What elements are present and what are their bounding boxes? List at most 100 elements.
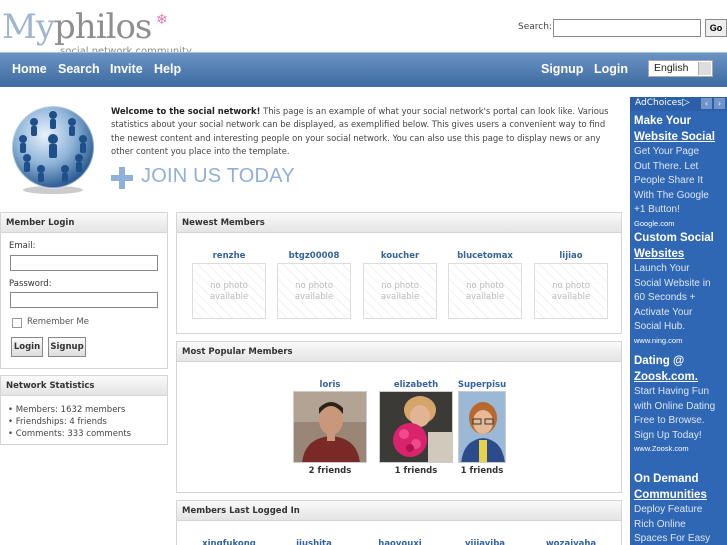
ad-desc-line: Spaces For Easy bbox=[634, 533, 711, 544]
member-name[interactable]: lijiao bbox=[536, 251, 606, 261]
email-label: Email: bbox=[9, 241, 36, 251]
member-name[interactable]: Superpisu bbox=[447, 380, 517, 390]
nav-login[interactable]: Login bbox=[594, 62, 628, 76]
community-globe-icon bbox=[11, 105, 95, 194]
ad-desc-line: Start Having Fun bbox=[634, 386, 710, 397]
ad-unit[interactable]: Custom Social Websites Launch Your Socia… bbox=[634, 230, 726, 347]
password-label: Password: bbox=[9, 279, 52, 289]
ad-url[interactable]: www.ning.com bbox=[634, 335, 726, 347]
member-name[interactable]: xingfukong bbox=[194, 539, 264, 545]
ad-title-line1[interactable]: Custom Social bbox=[634, 230, 726, 246]
member-name[interactable]: blucetomax bbox=[450, 251, 520, 261]
ad-desc-line: +1 Button! bbox=[634, 204, 680, 215]
member-photo-placeholder[interactable]: no photo available bbox=[534, 263, 608, 319]
ad-title-line1[interactable]: Make Your bbox=[634, 113, 726, 129]
ad-title-line2[interactable]: Zoosk.com. bbox=[634, 369, 726, 385]
language-value: English bbox=[654, 62, 689, 74]
join-us-label: JOIN US TODAY bbox=[141, 165, 295, 187]
ad-desc-line: with Online Dating bbox=[634, 400, 716, 412]
friends-count: 1 friends bbox=[394, 466, 438, 476]
member-name[interactable]: renzhe bbox=[194, 251, 264, 261]
newest-members-box: Newest Members renzhe no photo available… bbox=[176, 212, 622, 334]
ad-url[interactable]: www.Zoosk.com bbox=[634, 443, 726, 455]
friends-count: 1 friends bbox=[460, 466, 504, 476]
member-name[interactable]: yijiayiba bbox=[450, 539, 520, 545]
stat-members: • Members: 1632 members bbox=[8, 405, 126, 415]
ad-title-line2[interactable]: Websites bbox=[634, 246, 726, 262]
search-input[interactable] bbox=[553, 19, 701, 37]
nav-help[interactable]: Help bbox=[154, 62, 181, 76]
ad-desc-line: Rich Online bbox=[634, 518, 686, 530]
ad-desc-line: Out There. Let bbox=[634, 160, 699, 172]
main-nav: Home Search Invite Help Signup Login bbox=[0, 52, 727, 87]
network-statistics-title: Network Statistics bbox=[1, 376, 167, 396]
plus-icon bbox=[111, 167, 133, 189]
ad-desc-line: Launch Your bbox=[634, 263, 690, 274]
logo-philos: philos bbox=[54, 7, 152, 47]
ad-desc-line: Social Website in bbox=[634, 277, 711, 289]
member-name[interactable]: wozaiyaha bbox=[536, 539, 606, 545]
ad-title-line1[interactable]: On Demand bbox=[634, 471, 726, 487]
ad-title-line2[interactable]: Communities bbox=[634, 487, 726, 503]
ad-unit[interactable]: Dating @ Zoosk.com. Start Having Fun wit… bbox=[634, 353, 726, 455]
remember-me-label: Remember Me bbox=[27, 317, 89, 327]
member-photo-placeholder[interactable]: no photo available bbox=[277, 263, 351, 319]
ad-prev-icon[interactable]: ‹ bbox=[701, 98, 712, 109]
site-logo[interactable]: Myphilos ❄ social network community bbox=[2, 7, 202, 57]
remember-me-checkbox[interactable] bbox=[12, 318, 22, 328]
member-photo[interactable] bbox=[458, 391, 506, 463]
snowflake-icon: ❄ bbox=[156, 12, 168, 28]
nav-home[interactable]: Home bbox=[12, 62, 47, 76]
ad-desc-line: 60 Seconds + bbox=[634, 292, 696, 303]
network-statistics-box: Network Statistics • Members: 1632 membe… bbox=[0, 375, 168, 445]
member-name[interactable]: elizabeth bbox=[381, 380, 451, 390]
go-button[interactable]: Go bbox=[705, 19, 727, 37]
email-field[interactable] bbox=[10, 255, 158, 271]
welcome-heading: Welcome to the social network! bbox=[111, 106, 261, 116]
nav-invite[interactable]: Invite bbox=[110, 62, 143, 76]
member-name[interactable]: koucher bbox=[365, 251, 435, 261]
member-name[interactable]: btgz00008 bbox=[279, 251, 349, 261]
ad-unit[interactable]: Make Your Website Social Get Your Page O… bbox=[634, 113, 726, 230]
ad-title-line2[interactable]: Website Social bbox=[634, 129, 726, 145]
ad-next-icon[interactable]: › bbox=[714, 98, 725, 109]
ad-desc-line: Social Hub. bbox=[634, 321, 686, 332]
nav-search[interactable]: Search bbox=[58, 62, 100, 76]
password-field[interactable] bbox=[10, 292, 158, 308]
dropdown-arrow-icon bbox=[698, 62, 711, 75]
login-button[interactable]: Login bbox=[11, 337, 43, 357]
ad-desc-line: With The Google bbox=[634, 189, 709, 201]
member-login-box: Member Login Email: Password: Remember M… bbox=[0, 212, 168, 369]
member-name[interactable]: loris bbox=[295, 380, 365, 390]
last-logged-box: Members Last Logged In xingfukong jiushi… bbox=[176, 500, 622, 545]
member-name[interactable]: haoyouxi bbox=[365, 539, 435, 545]
member-name[interactable]: jiushita bbox=[279, 539, 349, 545]
stat-friendships: • Friendships: 4 friends bbox=[8, 417, 107, 427]
signup-button[interactable]: Signup bbox=[48, 337, 86, 357]
last-logged-title: Members Last Logged In bbox=[177, 501, 621, 521]
member-photo[interactable] bbox=[293, 391, 367, 463]
stat-comments: • Comments: 333 comments bbox=[8, 429, 132, 439]
newest-members-title: Newest Members bbox=[177, 213, 621, 233]
member-photo-placeholder[interactable]: no photo available bbox=[192, 263, 266, 319]
ad-desc-line: Free to Browse. bbox=[634, 415, 705, 426]
ad-desc-line: Deploy Feature bbox=[634, 504, 703, 515]
member-photo[interactable] bbox=[379, 391, 453, 463]
member-photo-placeholder[interactable]: no photo available bbox=[448, 263, 522, 319]
adchoices-bar[interactable]: AdChoices ▷ ‹ › bbox=[630, 97, 727, 111]
adchoices-label: AdChoices bbox=[635, 98, 682, 108]
most-popular-box: Most Popular Members loris 2 friends eli… bbox=[176, 341, 622, 493]
nav-signup[interactable]: Signup bbox=[541, 62, 583, 76]
ad-url[interactable]: Google.com bbox=[634, 218, 726, 230]
language-select[interactable]: English bbox=[648, 60, 713, 77]
search-label: Search: bbox=[518, 22, 552, 32]
friends-count: 2 friends bbox=[308, 466, 352, 476]
member-login-title: Member Login bbox=[1, 213, 167, 233]
most-popular-title: Most Popular Members bbox=[177, 342, 621, 362]
ad-title-line1[interactable]: Dating @ bbox=[634, 353, 726, 369]
ad-desc-line: People Share It bbox=[634, 175, 703, 186]
member-photo-placeholder[interactable]: no photo available bbox=[363, 263, 437, 319]
ad-desc-line: Activate Your bbox=[634, 306, 693, 318]
ad-unit[interactable]: On Demand Communities Deploy Feature Ric… bbox=[634, 471, 726, 545]
welcome-text: Welcome to the social network! This page… bbox=[111, 105, 611, 158]
